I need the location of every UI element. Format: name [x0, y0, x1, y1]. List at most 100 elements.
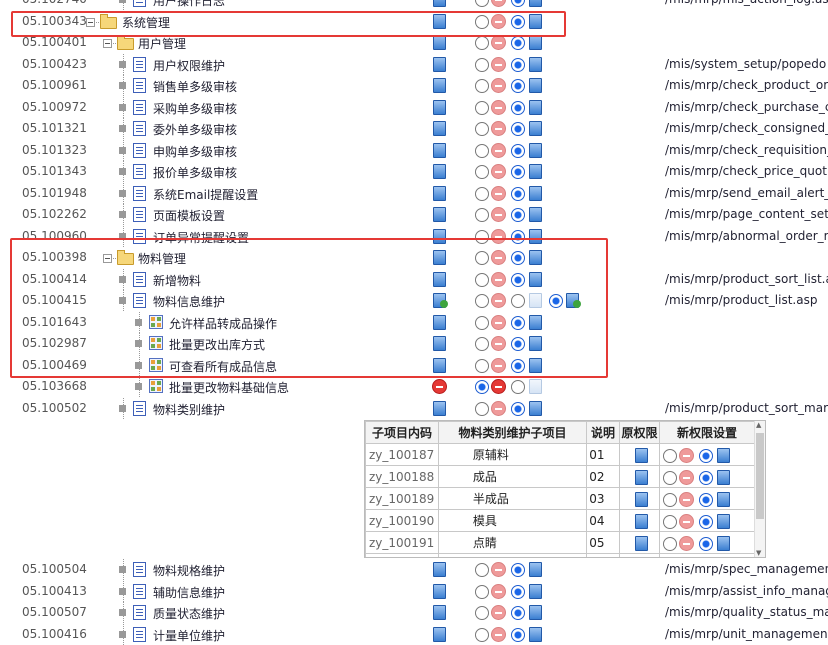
permission-detail-icon[interactable] — [529, 605, 542, 620]
permission-radio-deny-icon[interactable] — [491, 400, 506, 416]
permission-radio-allow[interactable] — [475, 143, 489, 158]
sub-item-row[interactable]: zy_100188 成品 02 — [365, 465, 755, 488]
permission-detail-icon[interactable] — [529, 78, 542, 93]
permission-radio-deny-icon[interactable] — [679, 558, 694, 559]
permission-radio-inherit[interactable] — [511, 0, 525, 7]
tree-row[interactable]: 05.100504 物料规格维护/mis/mrp/spec_managemen — [0, 559, 828, 580]
permission-radio-inherit[interactable] — [511, 165, 525, 179]
permission-radio-deny-icon[interactable] — [491, 164, 506, 179]
permission-radio-inherit[interactable] — [511, 208, 525, 222]
permission-radio-inherit[interactable] — [699, 448, 714, 463]
permission-radio-deny-icon[interactable] — [679, 491, 695, 507]
permission-detail-icon[interactable] — [529, 562, 542, 577]
permission-radio-allow[interactable] — [663, 536, 678, 551]
permission-radio-inherit[interactable] — [699, 492, 714, 507]
permission-radio-allow[interactable] — [475, 57, 489, 72]
sub-item-row[interactable]: zy_100189 半成品 03 — [365, 487, 755, 510]
permission-radio-deny-icon[interactable] — [491, 121, 506, 136]
permission-radio-allow[interactable] — [475, 165, 489, 179]
permission-detail-icon[interactable] — [529, 0, 542, 7]
tree-row[interactable]: 05.100972 采购单多级审核/mis/mrp/check_purchase_… — [0, 96, 828, 118]
permission-radio-allow[interactable] — [475, 36, 489, 50]
permission-radio-allow[interactable] — [475, 208, 489, 222]
tree-row[interactable]: 05.101321 委外单多级审核/mis/mrp/check_consigned… — [0, 118, 828, 139]
permission-radio-allow[interactable] — [475, 122, 489, 136]
permission-radio-allow[interactable] — [475, 606, 489, 620]
permission-radio-allow[interactable] — [475, 401, 489, 416]
popup-scroll-thumb[interactable] — [756, 433, 764, 519]
permission-detail-icon[interactable] — [529, 185, 542, 201]
permission-radio-allow[interactable] — [475, 380, 489, 394]
tree-row[interactable]: 05.101343 报价单多级审核/mis/mrp/check_price_quo… — [0, 161, 828, 182]
tree-row[interactable]: 05.100416 计量单位维护/mis/mrp/unit_managemen — [0, 623, 828, 645]
permission-radio-inherit[interactable] — [511, 143, 525, 158]
permission-radio-inherit[interactable] — [699, 514, 714, 529]
tree-row[interactable]: 05.100961 销售单多级审核/mis/mrp/check_product_o… — [0, 75, 828, 96]
permission-radio-deny-icon[interactable] — [491, 99, 506, 115]
sub-item-row[interactable]: zy_100192模具06 — [365, 553, 755, 559]
permission-detail-icon[interactable] — [529, 400, 542, 416]
permission-radio-inherit[interactable] — [511, 122, 525, 136]
permission-radio-inherit[interactable] — [511, 380, 525, 394]
permission-radio-deny-icon[interactable] — [491, 379, 506, 394]
permission-radio-inherit[interactable] — [511, 186, 525, 201]
permission-radio-allow[interactable] — [475, 0, 489, 7]
tree-row[interactable]: 05.100507 质量状态维护/mis/mrp/quality_status_m… — [0, 602, 828, 623]
permission-radio-deny-icon[interactable] — [679, 447, 695, 463]
permission-radio-allow[interactable] — [663, 514, 678, 529]
tree-row[interactable]: 05.100502 物料类别维护/mis/mrp/product_sort_mar — [0, 397, 828, 419]
permission-detail-icon[interactable] — [529, 379, 542, 394]
tree-row[interactable]: 05.102262 页面模板设置/mis/mrp/page_content_set — [0, 204, 828, 225]
permission-detail-icon[interactable] — [717, 491, 731, 507]
permission-detail-icon[interactable] — [717, 558, 730, 559]
permission-radio-inherit[interactable] — [511, 606, 525, 620]
tree-row[interactable]: 05.100423 用户权限维护/mis/system_setup/popedo — [0, 53, 828, 75]
permission-radio-allow[interactable] — [475, 79, 489, 93]
permission-detail-icon[interactable] — [529, 56, 542, 72]
permission-radio-inherit[interactable] — [699, 536, 714, 551]
permission-radio-inherit[interactable] — [511, 36, 525, 50]
permission-radio-deny-icon[interactable] — [679, 535, 695, 551]
tree-row[interactable]: 05.103668 批量更改物料基础信息 — [0, 376, 828, 397]
sub-item-row[interactable]: zy_100190 模具 04 — [365, 509, 755, 532]
permission-radio-allow[interactable] — [663, 492, 678, 507]
permission-detail-icon[interactable] — [529, 142, 542, 158]
permission-detail-icon[interactable] — [717, 447, 731, 463]
permission-radio-deny-icon[interactable] — [491, 583, 506, 599]
tree-row[interactable]: 05.101948 系统Email提醒设置/mis/mrp/send_email_… — [0, 182, 828, 204]
tree-row[interactable]: 05.101323 申购单多级审核/mis/mrp/check_requisiti… — [0, 139, 828, 161]
permission-radio-deny-icon[interactable] — [491, 185, 506, 201]
permission-radio-deny-icon[interactable] — [491, 142, 506, 158]
sub-item-row[interactable]: zy_100191 点睛 05 — [365, 531, 755, 554]
permission-detail-icon[interactable] — [529, 626, 542, 642]
permission-radio-allow[interactable] — [475, 563, 489, 577]
tree-row[interactable]: 05.100413 辅助信息维护/mis/mrp/assist_info_mana… — [0, 580, 828, 602]
permission-radio-deny-icon[interactable] — [679, 469, 695, 485]
permission-radio-allow[interactable] — [663, 448, 678, 463]
permission-radio-allow[interactable] — [475, 186, 489, 201]
permission-radio-inherit[interactable] — [511, 627, 525, 642]
permission-radio-deny-icon[interactable] — [491, 207, 506, 222]
permission-radio-deny-icon[interactable] — [491, 626, 506, 642]
permission-radio-deny-icon[interactable] — [491, 562, 506, 577]
permission-detail-icon[interactable] — [529, 35, 542, 50]
permission-radio-allow[interactable] — [663, 470, 678, 485]
permission-detail-icon[interactable] — [717, 535, 731, 551]
popup-scrollbar[interactable]: ▲ ▼ — [754, 421, 765, 557]
sub-item-row[interactable]: zy_100187 原辅料 01 — [365, 443, 755, 466]
permission-radio-deny-icon[interactable] — [491, 605, 506, 620]
permission-radio-deny-icon[interactable] — [679, 513, 695, 529]
permission-radio-deny-icon[interactable] — [491, 0, 506, 7]
permission-detail-icon[interactable] — [529, 207, 542, 222]
permission-radio-inherit[interactable] — [699, 470, 714, 485]
permission-radio-inherit[interactable] — [511, 563, 525, 577]
permission-radio-inherit[interactable] — [511, 401, 525, 416]
permission-radio-deny-icon[interactable] — [491, 35, 506, 50]
permission-radio-deny-icon[interactable] — [491, 78, 506, 93]
tree-row[interactable]: 05.102740 用户操作日志/mis/mrp/mis_action_log.a… — [0, 0, 828, 10]
permission-detail-icon[interactable] — [717, 513, 731, 529]
permission-detail-icon[interactable] — [529, 583, 542, 599]
permission-radio-deny-icon[interactable] — [491, 56, 506, 72]
permission-radio-allow[interactable] — [475, 584, 489, 599]
permission-detail-icon[interactable] — [717, 469, 731, 485]
